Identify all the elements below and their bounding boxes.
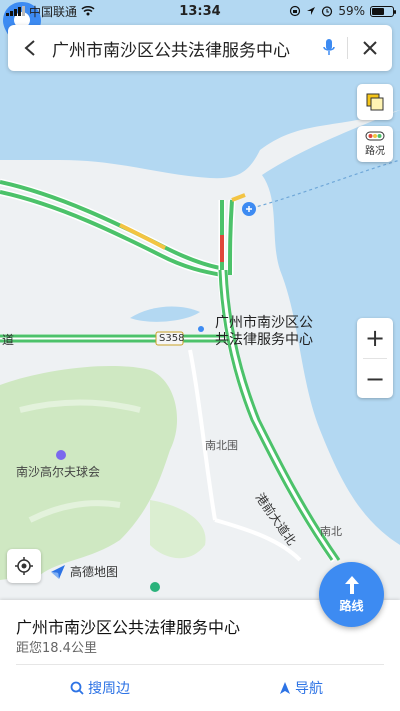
navigate-label: 导航 xyxy=(295,681,323,697)
search-bar[interactable]: 广州市南沙区公共法律服务中心 xyxy=(8,25,392,71)
microphone-icon xyxy=(323,39,335,55)
nanbeiwei-label: 南北围 xyxy=(205,439,238,452)
zoom-control: + − xyxy=(357,318,393,398)
close-icon xyxy=(363,41,377,55)
traffic-button[interactable]: 路况 xyxy=(357,126,393,162)
place-title: 广州市南沙区公共法律服务中心 xyxy=(16,618,241,637)
nanbei-label: 南北 xyxy=(320,525,342,538)
locate-icon xyxy=(15,557,33,575)
traffic-light-icon xyxy=(365,131,385,141)
road-label-left: 道 xyxy=(2,333,15,347)
status-bar: 中国联通 13:34 59% xyxy=(0,0,400,22)
back-arrow-icon xyxy=(24,40,35,56)
nearby-search-button[interactable]: 搜周边 xyxy=(70,678,130,698)
nearby-label: 搜周边 xyxy=(88,681,130,697)
golf-poi-icon xyxy=(56,450,66,460)
locate-button[interactable] xyxy=(7,549,41,583)
pin-label-line2: 共法律服务中心 xyxy=(215,332,313,348)
route-button-label: 路线 xyxy=(339,599,364,613)
layers-button[interactable] xyxy=(357,84,393,120)
pin-label-line1: 广州市南沙区公 xyxy=(215,315,313,331)
search-icon xyxy=(70,681,84,695)
route-button[interactable]: 路线 xyxy=(319,562,384,627)
route-arrow-icon xyxy=(344,576,359,594)
map-view[interactable]: 广州市南沙区公 共法律服务中心 S358 道 南沙高尔夫球会 南北围 南北 港前… xyxy=(0,0,400,600)
golf-label: 南沙高尔夫球会 xyxy=(16,465,101,479)
road-badge-label: S358 xyxy=(159,333,185,344)
map-canvas xyxy=(0,0,400,600)
navigate-button[interactable]: 导航 xyxy=(279,678,323,698)
back-button[interactable] xyxy=(8,25,52,71)
search-query[interactable]: 广州市南沙区公共法律服务中心 xyxy=(52,36,311,61)
amap-logo: 高德地图 xyxy=(50,563,118,580)
zoom-in-button[interactable]: + xyxy=(357,318,393,358)
card-divider xyxy=(16,664,384,665)
close-button[interactable] xyxy=(348,25,392,71)
voice-search-button[interactable] xyxy=(311,25,347,71)
place-distance: 距您18.4公里 xyxy=(16,641,97,656)
layers-icon xyxy=(366,93,384,111)
logo-text: 高德地图 xyxy=(70,565,119,579)
battery-icon xyxy=(370,5,396,17)
amap-logo-icon xyxy=(51,564,65,579)
zoom-out-button[interactable]: − xyxy=(357,359,393,399)
clock: 13:34 xyxy=(179,3,221,19)
navigate-arrow-icon xyxy=(280,682,290,694)
pin-label: 广州市南沙区公 共法律服务中心 xyxy=(215,315,313,349)
traffic-label: 路况 xyxy=(365,146,385,157)
poi-icon xyxy=(150,582,160,592)
